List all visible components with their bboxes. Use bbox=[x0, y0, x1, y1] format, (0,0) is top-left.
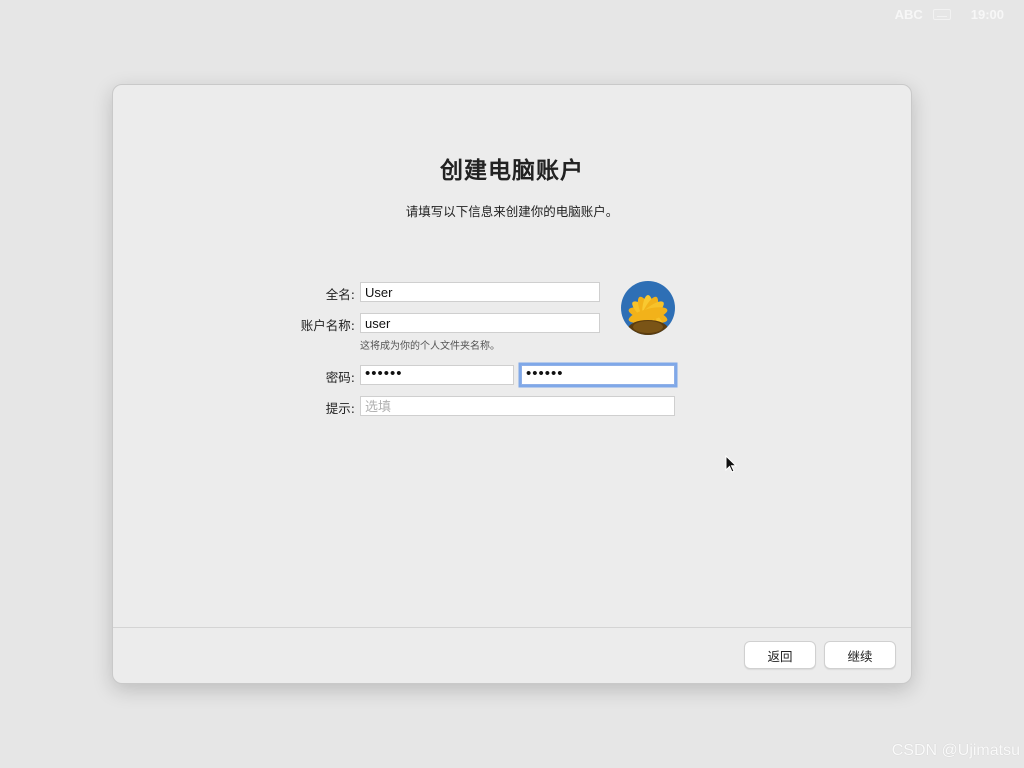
input-source-indicator[interactable]: ABC bbox=[895, 7, 923, 22]
account-name-label: 账户名称: bbox=[300, 318, 355, 333]
watermark: CSDN @Ujimatsu bbox=[891, 742, 1020, 759]
keyboard-icon[interactable] bbox=[932, 8, 951, 20]
account-name-field[interactable] bbox=[360, 313, 600, 333]
footer-divider bbox=[113, 627, 911, 628]
page-subtitle: 请填写以下信息来创建你的电脑账户。 bbox=[405, 204, 619, 219]
continue-button[interactable]: 继续 bbox=[824, 641, 896, 669]
clock[interactable]: 19:00 bbox=[971, 7, 1004, 22]
menu-bar: ABC 19:00 bbox=[895, 0, 1024, 28]
fullname-label: 全名: bbox=[325, 287, 355, 302]
password-label: 密码: bbox=[325, 370, 355, 385]
hint-field[interactable] bbox=[360, 396, 675, 416]
verify-password-field[interactable]: •••••• bbox=[521, 365, 675, 385]
account-name-help: 这将成为你的个人文件夹名称。 bbox=[360, 341, 500, 352]
page-title: 创建电脑账户 bbox=[440, 158, 584, 184]
password-field[interactable]: •••••• bbox=[360, 365, 514, 385]
setup-assistant-window: 创建电脑账户 请填写以下信息来创建你的电脑账户。 全名: 账户名称: 这将成为你… bbox=[112, 84, 912, 684]
mouse-pointer-icon bbox=[725, 455, 737, 473]
fullname-field[interactable] bbox=[360, 282, 600, 302]
hint-label: 提示: bbox=[325, 401, 355, 416]
sunflower-avatar-icon[interactable] bbox=[621, 281, 675, 335]
back-button[interactable]: 返回 bbox=[744, 641, 816, 669]
